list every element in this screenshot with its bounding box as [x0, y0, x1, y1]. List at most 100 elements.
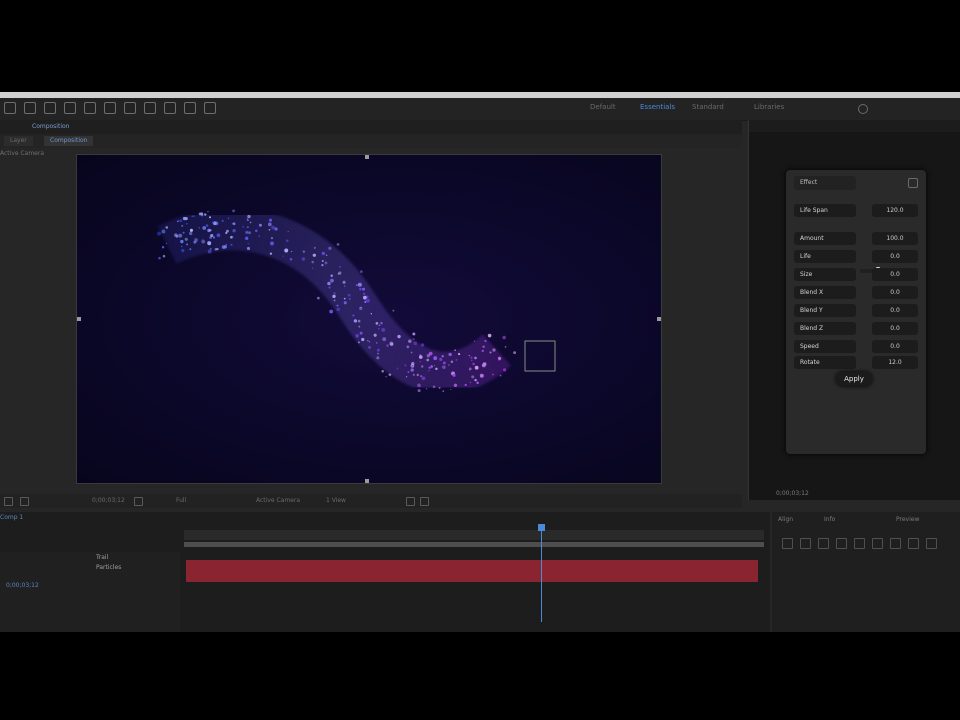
param-row[interactable]: Blend Y 0.0: [794, 304, 918, 317]
rotate-tool-icon[interactable]: [84, 102, 96, 114]
workspace-libraries[interactable]: Libraries: [754, 103, 784, 111]
panel-tab-info[interactable]: Info: [824, 516, 835, 523]
particle-dot: [336, 304, 339, 307]
particle-dot: [397, 334, 401, 339]
workspace-standard[interactable]: Standard: [692, 103, 724, 111]
close-icon[interactable]: [908, 178, 918, 188]
home-icon[interactable]: [4, 102, 16, 114]
param-value[interactable]: 0.0: [872, 340, 918, 353]
extension-panel: Effect Life Span 120.0 Amount 100.0 Life…: [748, 120, 960, 500]
param-value[interactable]: 0.0: [872, 268, 918, 281]
particle-dot: [386, 344, 389, 347]
timeline-icon[interactable]: [420, 497, 429, 506]
particle-dot: [453, 383, 458, 387]
param-row[interactable]: Blend Z 0.0: [794, 322, 918, 335]
particle-dot: [316, 296, 320, 300]
null-object-box[interactable]: [524, 340, 556, 372]
workspace-default[interactable]: Default: [590, 103, 616, 111]
hand-tool-icon[interactable]: [44, 102, 56, 114]
composition-viewer[interactable]: [76, 154, 662, 484]
param-value[interactable]: 0.0: [872, 322, 918, 335]
tab-composition[interactable]: Composition: [28, 122, 73, 132]
particle-dot: [327, 281, 331, 286]
particle-dot: [246, 226, 249, 229]
subtab-composition[interactable]: Composition: [44, 136, 94, 146]
time-ruler[interactable]: [184, 530, 764, 540]
subtab-layer[interactable]: Layer: [4, 136, 33, 146]
align-middle-icon[interactable]: [854, 538, 865, 549]
align-bottom-icon[interactable]: [872, 538, 883, 549]
zoom-tool-icon[interactable]: [64, 102, 76, 114]
particle-dot: [207, 210, 209, 213]
param-value[interactable]: 0.0: [872, 250, 918, 263]
align-center-icon[interactable]: [800, 538, 811, 549]
layer-row[interactable]: Trail: [96, 553, 166, 562]
current-time[interactable]: 0;00;03;12: [6, 582, 39, 589]
param-row[interactable]: Blend X 0.0: [794, 286, 918, 299]
views-select[interactable]: 1 View: [326, 497, 346, 504]
param-row[interactable]: Amount 100.0: [794, 232, 918, 245]
grid-icon[interactable]: [20, 497, 29, 506]
right-handle[interactable]: [657, 317, 661, 321]
param-row[interactable]: Life 0.0: [794, 250, 918, 263]
particle-dot: [230, 235, 233, 239]
next-frame-icon[interactable]: [926, 538, 937, 549]
playhead-line[interactable]: [541, 526, 542, 622]
particle-dot: [368, 340, 371, 343]
work-area-bar[interactable]: [184, 542, 764, 547]
panel-tab-preview[interactable]: Preview: [896, 516, 919, 523]
particle-dot: [359, 287, 362, 291]
snapshot-icon[interactable]: [134, 497, 143, 506]
particle-dot: [412, 332, 416, 336]
pan-behind-tool-icon[interactable]: [124, 102, 136, 114]
brush-tool-icon[interactable]: [204, 102, 216, 114]
layer-duration-bar[interactable]: [186, 560, 758, 582]
param-row[interactable]: Speed 0.0: [794, 340, 918, 353]
particle-dot: [329, 309, 334, 314]
top-handle[interactable]: [365, 155, 369, 159]
preview-toggle-icon[interactable]: [4, 497, 13, 506]
particle-dot: [302, 250, 305, 253]
particle-dot: [202, 226, 207, 230]
param-value[interactable]: 120.0: [872, 204, 918, 217]
fast-preview-icon[interactable]: [406, 497, 415, 506]
distribute-icon[interactable]: [890, 538, 901, 549]
particle-dot: [180, 239, 184, 244]
search-icon[interactable]: [858, 104, 868, 114]
camera-select[interactable]: Active Camera: [256, 497, 300, 504]
particle-dot: [419, 361, 422, 363]
particle-dot: [476, 381, 479, 385]
workspace-essentials[interactable]: Essentials: [640, 103, 675, 111]
particle-dot: [321, 251, 326, 256]
param-value[interactable]: 12.0: [872, 356, 918, 369]
particle-dot: [421, 365, 424, 368]
param-value[interactable]: 0.0: [872, 286, 918, 299]
apply-button[interactable]: Apply: [836, 372, 872, 386]
play-icon[interactable]: [908, 538, 919, 549]
bottom-handle[interactable]: [365, 479, 369, 483]
param-row[interactable]: Size 0.0: [794, 268, 918, 281]
particle-dot: [362, 287, 365, 291]
selection-tool-icon[interactable]: [24, 102, 36, 114]
align-right-icon[interactable]: [818, 538, 829, 549]
particle-dot: [225, 243, 228, 246]
param-value[interactable]: 0.0: [872, 304, 918, 317]
zoom-level[interactable]: 0;00;03;12: [92, 497, 125, 504]
layer-row[interactable]: Particles: [96, 563, 166, 572]
timeline-tab[interactable]: Comp 1: [0, 514, 23, 521]
align-left-icon[interactable]: [782, 538, 793, 549]
particle-dot: [209, 248, 212, 250]
shape-tool-icon[interactable]: [144, 102, 156, 114]
panel-tab-align[interactable]: Align: [778, 516, 793, 523]
param-row[interactable]: Life Span 120.0: [794, 204, 918, 217]
pen-tool-icon[interactable]: [164, 102, 176, 114]
param-value[interactable]: 100.0: [872, 232, 918, 245]
camera-tool-icon[interactable]: [104, 102, 116, 114]
resolution-select[interactable]: Full: [176, 497, 186, 504]
param-row[interactable]: Rotate 12.0: [794, 356, 918, 369]
particle-dot: [285, 239, 289, 243]
align-top-icon[interactable]: [836, 538, 847, 549]
left-handle[interactable]: [77, 317, 81, 321]
type-tool-icon[interactable]: [184, 102, 196, 114]
particle-dot: [343, 297, 346, 300]
